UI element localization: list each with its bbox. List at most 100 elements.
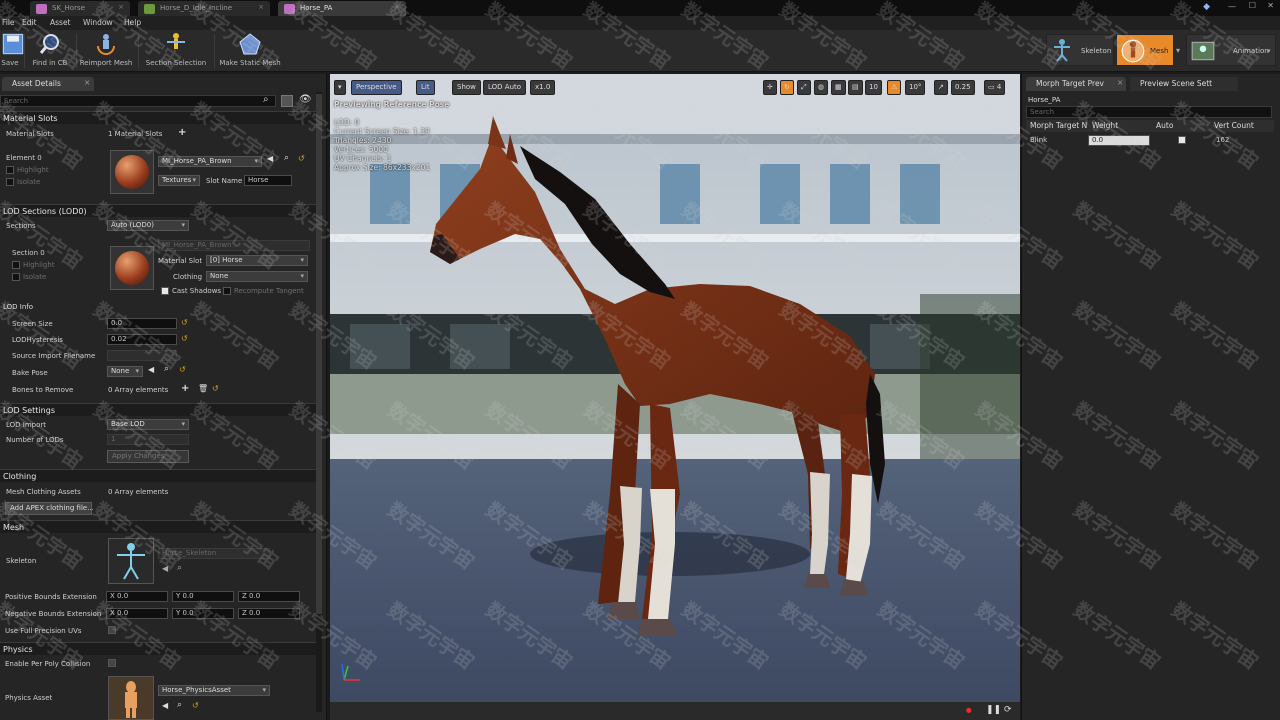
browse-icon[interactable]: ⌕ — [177, 700, 182, 710]
perspective-button[interactable]: Perspective — [351, 80, 402, 95]
bake-pose-dropdown[interactable]: None — [107, 366, 143, 377]
reset-icon[interactable]: ↺ — [181, 334, 188, 343]
reset-icon[interactable]: ↺ — [212, 384, 219, 393]
close-icon[interactable]: × — [118, 3, 124, 11]
close-icon[interactable]: × — [394, 3, 400, 11]
menu-file[interactable]: File — [2, 18, 15, 27]
chevron-down-icon[interactable]: ▾ — [1176, 46, 1180, 55]
menu-asset[interactable]: Asset — [50, 18, 71, 27]
pause-icon[interactable]: ❚❚ — [986, 705, 1001, 715]
browse-icon[interactable]: ⌕ — [177, 563, 182, 573]
arrow-left-icon[interactable]: ◀ — [267, 154, 273, 163]
trash-icon[interactable]: 🗑 — [198, 384, 208, 393]
grid-snap-value[interactable]: 10 — [865, 80, 882, 95]
close-icon[interactable]: × — [84, 78, 90, 87]
details-search-input[interactable]: Search — [0, 95, 276, 107]
full-precision-uvs-checkbox[interactable] — [108, 626, 116, 634]
material-slot-dropdown[interactable]: [0] Horse — [206, 255, 308, 266]
section-material-thumbnail[interactable] — [110, 246, 154, 290]
close-window-icon[interactable]: ✕ — [1267, 1, 1274, 10]
scale-snap-value[interactable]: 0.25 — [951, 80, 975, 95]
isolate-checkbox[interactable] — [6, 178, 14, 186]
section-selection-button[interactable]: Section Selection — [142, 32, 210, 70]
menu-window[interactable]: Window — [83, 18, 113, 27]
add-apex-clothing-button[interactable]: Add APEX clothing file... — [5, 502, 94, 515]
positive-bounds-y-input[interactable]: Y 0.0 — [172, 591, 234, 602]
section-header-lod-settings[interactable]: LOD Settings — [0, 403, 316, 416]
scrollbar-thumb[interactable] — [316, 94, 322, 614]
negative-bounds-y-input[interactable]: Y 0.0 — [172, 608, 234, 619]
make-static-mesh-button[interactable]: Make Static Mesh — [216, 32, 284, 70]
show-button[interactable]: Show — [452, 80, 481, 95]
surface-snap-icon[interactable]: ▦ — [831, 80, 846, 95]
screen-size-input[interactable]: 0.0 — [107, 318, 177, 329]
section-isolate-checkbox[interactable] — [12, 273, 20, 281]
maximize-icon[interactable]: ☐ — [1249, 1, 1256, 10]
tab-preview-scene-settings[interactable]: Preview Scene Sett — [1130, 77, 1238, 91]
chevron-down-icon[interactable]: ▾ — [1267, 47, 1271, 55]
translate-mode-icon[interactable]: ✛ — [763, 80, 777, 95]
world-space-icon[interactable]: ◍ — [814, 80, 829, 95]
textures-dropdown[interactable]: Textures — [158, 175, 200, 186]
close-icon[interactable]: × — [258, 3, 264, 11]
material-asset-dropdown[interactable]: MI_Horse_PA_Brown — [158, 156, 262, 167]
per-poly-collision-checkbox[interactable] — [108, 659, 116, 667]
rotate-mode-icon[interactable]: ↻ — [780, 80, 794, 95]
clothing-dropdown[interactable]: None — [206, 271, 308, 282]
arrow-left-icon[interactable]: ◀ — [148, 365, 154, 374]
menu-help[interactable]: Help — [124, 18, 141, 27]
lod-hysteresis-input[interactable]: 0.02 — [107, 334, 177, 345]
mode-skeleton-button[interactable]: Skeleton — [1046, 34, 1114, 66]
apply-changes-button[interactable]: Apply Changes — [107, 450, 189, 463]
reset-icon[interactable]: ↺ — [192, 701, 199, 710]
sections-dropdown[interactable]: Auto (LOD0) — [107, 220, 189, 231]
section-header-clothing[interactable]: Clothing — [0, 469, 316, 482]
reset-icon[interactable]: ↺ — [181, 318, 188, 327]
morph-search-input[interactable]: Search — [1026, 106, 1272, 118]
reset-icon[interactable]: ↺ — [298, 154, 305, 163]
negative-bounds-z-input[interactable]: Z 0.0 — [238, 608, 300, 619]
tab-sk-horse[interactable]: SK_Horse × — [30, 1, 130, 16]
rotation-snap-icon[interactable]: ⚠ — [887, 80, 902, 95]
material-thumbnail[interactable] — [110, 150, 154, 194]
lit-button[interactable]: Lit — [416, 80, 435, 95]
col-morph-target[interactable]: Morph Target N — [1030, 121, 1087, 130]
mode-animation-button[interactable]: Animation ▾ — [1186, 34, 1276, 66]
add-icon[interactable]: + — [178, 127, 186, 138]
find-in-cb-button[interactable]: Find in CB — [28, 32, 72, 70]
loop-icon[interactable]: ⟳ — [1004, 705, 1012, 715]
table-row[interactable]: Blink 0.0 162 — [1026, 134, 1274, 147]
arrow-left-icon[interactable]: ◀ — [162, 564, 168, 573]
lod-import-dropdown[interactable]: Base LOD — [107, 419, 189, 430]
preview-viewport[interactable]: ▾ Perspective Lit Show LOD Auto x1.0 ✛ ↻… — [330, 74, 1020, 720]
skeleton-thumbnail[interactable] — [108, 538, 154, 584]
physics-asset-dropdown[interactable]: Horse_PhysicsAsset — [158, 685, 270, 696]
highlight-checkbox[interactable] — [6, 166, 14, 174]
browse-icon[interactable]: ⌕ — [284, 153, 289, 163]
col-weight[interactable]: Weight — [1092, 121, 1118, 130]
number-of-lods-input[interactable]: 1 — [107, 434, 189, 445]
lod-auto-button[interactable]: LOD Auto — [483, 80, 527, 95]
skeleton-asset-field[interactable]: Horse_Skeleton — [158, 548, 270, 559]
menu-edit[interactable]: Edit — [22, 18, 37, 27]
minimize-icon[interactable]: — — [1228, 2, 1236, 11]
property-matrix-icon[interactable] — [281, 95, 293, 107]
record-icon[interactable]: ⏺ — [966, 704, 972, 718]
playback-speed-button[interactable]: x1.0 — [530, 80, 556, 95]
add-icon[interactable]: + — [181, 383, 189, 394]
viewport-options-button[interactable]: ▾ — [334, 80, 346, 95]
tab-morph-target-preview[interactable]: Morph Target Prev × — [1026, 77, 1126, 91]
slot-name-input[interactable]: Horse — [244, 175, 292, 186]
positive-bounds-z-input[interactable]: Z 0.0 — [238, 591, 300, 602]
arrow-left-icon[interactable]: ◀ — [162, 701, 168, 710]
scale-mode-icon[interactable]: ⤢ — [797, 80, 811, 95]
section-header-lod-sections[interactable]: LOD Sections (LOD0) — [0, 204, 316, 217]
rotation-snap-value[interactable]: 10° — [905, 80, 926, 95]
camera-speed-button[interactable]: ▭ 4 — [984, 80, 1006, 95]
grid-snap-icon[interactable]: ▤ — [848, 80, 863, 95]
save-button[interactable]: Save — [0, 32, 24, 70]
tab-horse-idle-incline[interactable]: Horse_D_Idle_Incline × — [138, 1, 270, 16]
lod-info-header[interactable]: LOD Info — [3, 303, 33, 311]
section-header-physics[interactable]: Physics — [0, 642, 316, 655]
negative-bounds-x-input[interactable]: X 0.0 — [106, 608, 168, 619]
